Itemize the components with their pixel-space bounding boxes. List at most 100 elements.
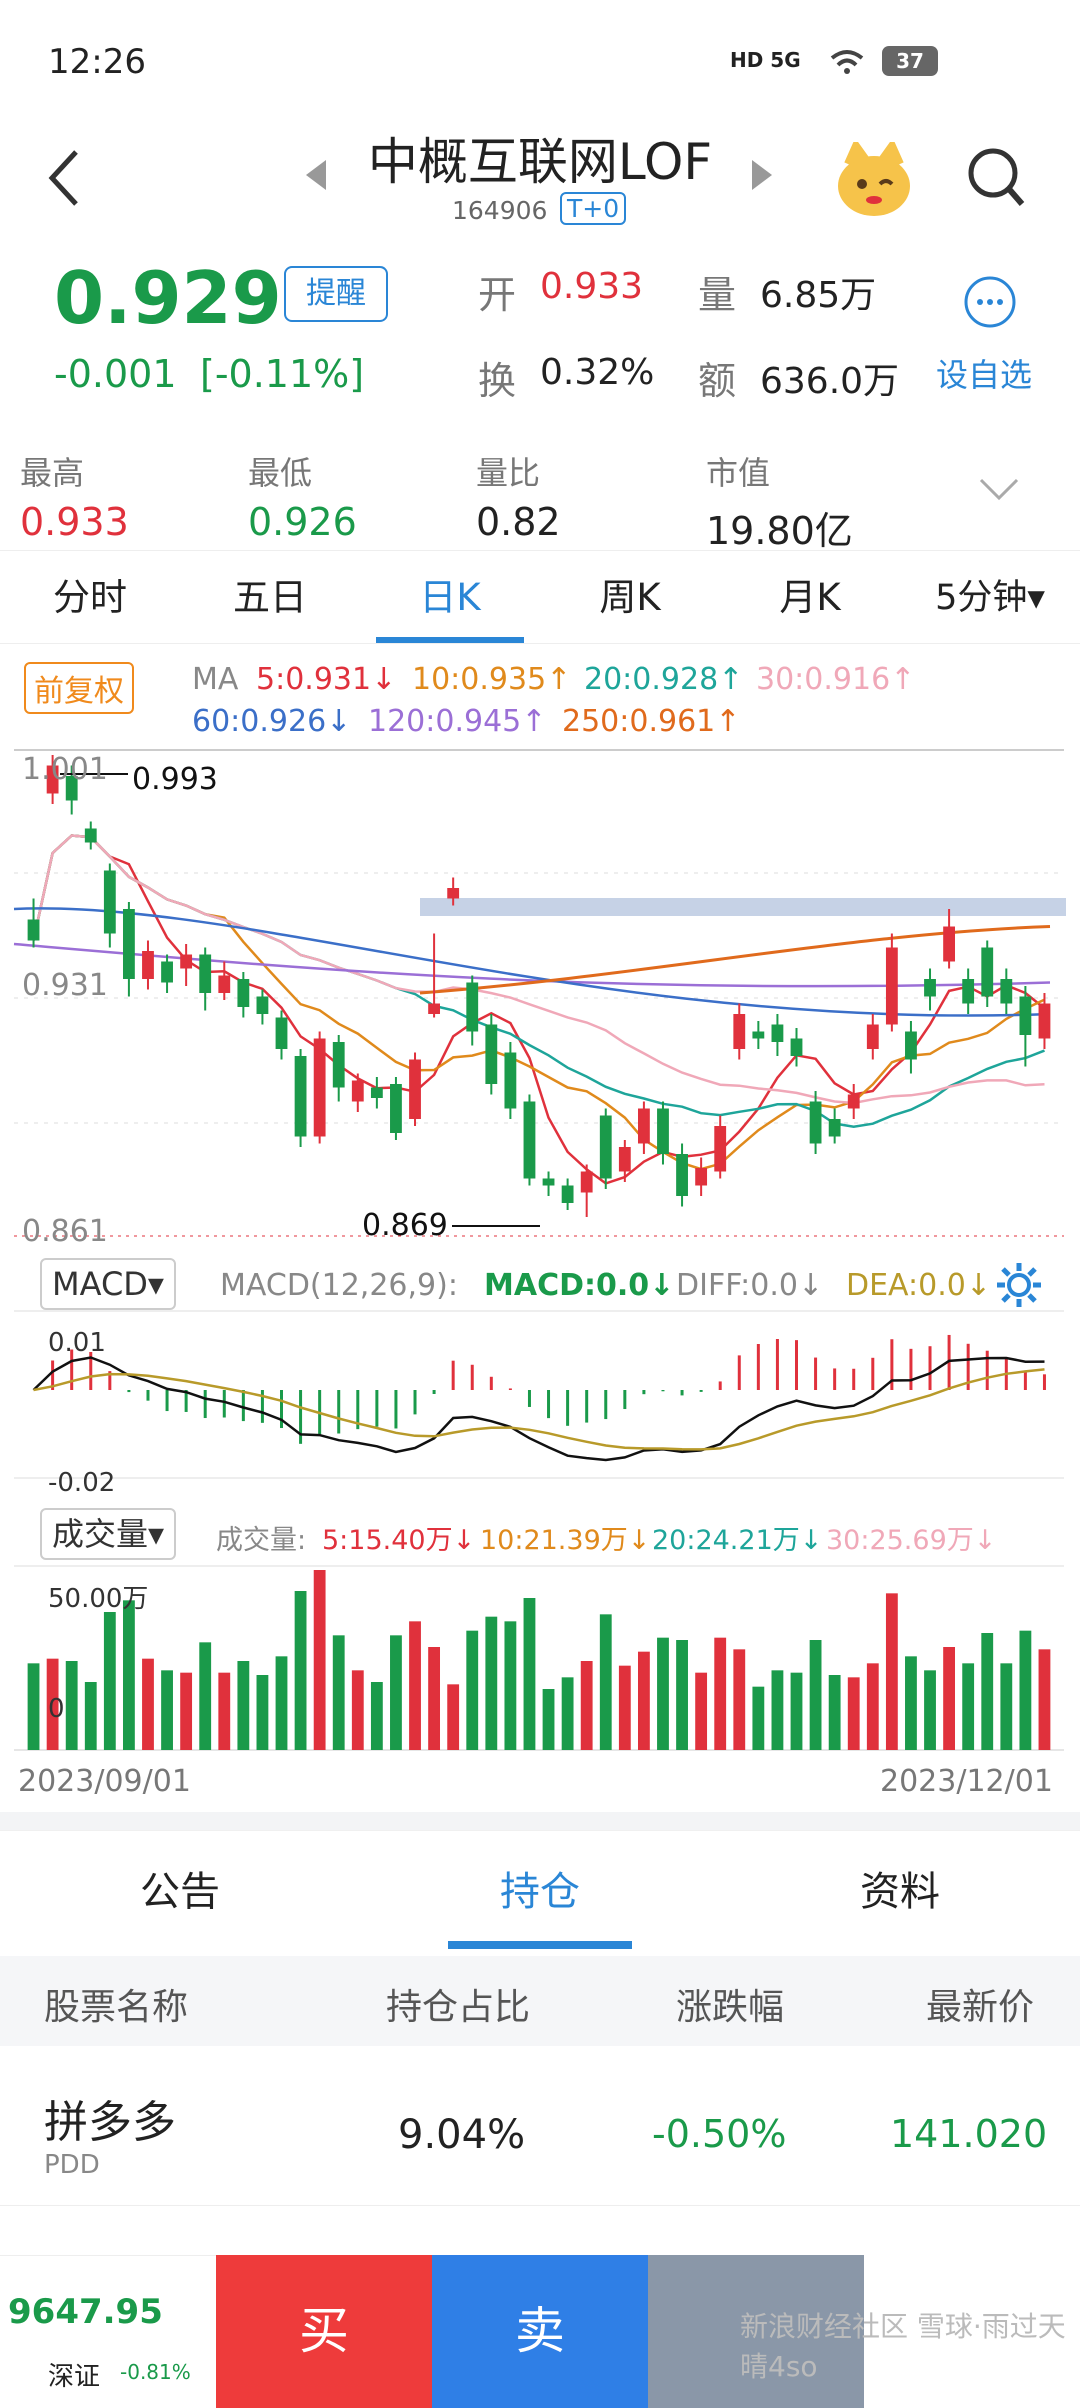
ma60-value: 60:0.926↓ xyxy=(192,704,352,739)
tab-5day[interactable]: 五日 xyxy=(180,551,360,645)
chevron-down-icon[interactable] xyxy=(978,476,1020,502)
buy-button[interactable]: 买 xyxy=(216,2255,432,2408)
add-watchlist-button[interactable]: 设自选 xyxy=(936,350,1032,396)
stat-value: 0.933 xyxy=(20,500,129,544)
candle-body xyxy=(351,1080,364,1102)
volume-bar xyxy=(657,1637,669,1750)
volume-bar xyxy=(523,1598,536,1750)
adjust-selector[interactable]: 前复权 xyxy=(24,662,134,714)
volume-selector-label: 成交量 xyxy=(52,1515,149,1553)
candle-body xyxy=(847,1094,860,1109)
index-ticker[interactable]: 9647.95 深证 -0.81% xyxy=(0,2255,216,2408)
candle-body xyxy=(256,996,269,1014)
holding-change: -0.50% xyxy=(652,2112,787,2156)
low-marker: 0.869 xyxy=(362,1208,448,1243)
holding-weight: 9.04% xyxy=(398,2112,526,2158)
macd-label: MACD(12,26,9): xyxy=(220,1268,458,1303)
back-icon[interactable] xyxy=(46,148,82,208)
network-icon: HD 5G xyxy=(730,48,801,72)
prev-stock-icon[interactable] xyxy=(304,158,328,192)
index-value: 9647.95 xyxy=(8,2292,163,2332)
vol5-value: 5:15.40万↓ xyxy=(322,1525,476,1556)
last-price: 0.929 xyxy=(54,256,282,340)
tab-announcements[interactable]: 公告 xyxy=(80,1859,280,1917)
candle-body xyxy=(122,909,135,979)
candle-body xyxy=(676,1154,688,1196)
candle-body xyxy=(180,954,193,969)
volume-bar xyxy=(485,1616,498,1750)
kline-chart-area[interactable]: 1.001 0.931 0.861 0.993 0.869 MACD▾ MACD… xyxy=(0,748,1080,1808)
status-time: 12:26 xyxy=(48,42,146,82)
candle-body xyxy=(828,1119,841,1137)
tab-5min[interactable]: 5分钟▾ xyxy=(900,551,1080,645)
candle-body xyxy=(332,1042,345,1088)
volume-selector[interactable]: 成交量▾ xyxy=(40,1508,177,1560)
volume-bar xyxy=(275,1656,288,1750)
tab-weekly-k[interactable]: 周K xyxy=(540,551,720,645)
resistance-band xyxy=(420,898,1066,916)
high-marker: 0.993 xyxy=(132,762,218,797)
date-start: 2023/09/01 xyxy=(18,1764,191,1799)
volume-bar xyxy=(714,1637,727,1750)
volume-bar xyxy=(390,1635,402,1750)
volume-bar xyxy=(313,1570,326,1750)
next-stock-icon[interactable] xyxy=(750,158,774,192)
turnover-label: 换 xyxy=(478,359,517,403)
index-change: -0.81% xyxy=(120,2360,191,2384)
tab-monthly-k[interactable]: 月K xyxy=(720,551,900,645)
volume-bar xyxy=(618,1665,631,1750)
candle-body xyxy=(637,1108,650,1144)
candle-body xyxy=(580,1171,593,1193)
info-tabs: 公告 持仓 资料 xyxy=(0,1830,1080,1950)
search-icon[interactable] xyxy=(966,146,1026,210)
status-bar: 12:26 HD 5G 37 xyxy=(0,0,1080,120)
tab-holdings[interactable]: 持仓 xyxy=(440,1859,640,1917)
stat-value: 0.926 xyxy=(248,500,357,544)
volume-bar xyxy=(1000,1663,1013,1750)
candle-body xyxy=(504,1052,517,1109)
volume-bar xyxy=(428,1647,441,1750)
candle-body xyxy=(981,947,994,997)
volume-bar xyxy=(180,1672,193,1750)
more-icon[interactable] xyxy=(962,274,1018,330)
table-row[interactable]: 拼多多 PDD 9.04% -0.50% 141.020 xyxy=(0,2046,1080,2206)
stat-value: 0.82 xyxy=(476,500,561,544)
tab-intraday[interactable]: 分时 xyxy=(0,551,180,645)
macd-selector-label: MACD xyxy=(52,1265,148,1303)
col-price: 最新价 xyxy=(926,1987,1035,2028)
volume-bar xyxy=(924,1670,936,1750)
candle-body xyxy=(199,954,212,993)
candle-body xyxy=(428,1003,441,1014)
stat-label: 量比 xyxy=(476,454,541,492)
stock-code: 164906 xyxy=(452,196,548,225)
volume-bar xyxy=(84,1682,97,1750)
col-weight: 持仓占比 xyxy=(386,1987,531,2028)
settings-gear-icon[interactable] xyxy=(994,1260,1044,1310)
stock-title: 中概互联网LOF xyxy=(367,133,713,191)
volume-bar xyxy=(199,1642,212,1750)
candle-body xyxy=(275,1017,288,1049)
volume-bar xyxy=(847,1677,860,1750)
candle-body xyxy=(466,982,479,1032)
ma120-value: 120:0.945↑ xyxy=(368,704,547,739)
candle-body xyxy=(485,1024,498,1084)
macd-axis-top: 0.01 xyxy=(48,1328,106,1358)
candle-body xyxy=(1019,996,1032,1035)
candle-body xyxy=(103,870,116,934)
volume-value: 6.85万 xyxy=(760,275,877,316)
tab-daily-k[interactable]: 日K xyxy=(360,551,540,645)
candle-body xyxy=(752,1031,765,1039)
sell-button[interactable]: 卖 xyxy=(432,2255,648,2408)
candle-body xyxy=(370,1087,383,1098)
mascot-icon[interactable] xyxy=(834,142,914,218)
volume-bar xyxy=(1019,1630,1032,1750)
candle-body xyxy=(561,1185,574,1203)
macd-axis-bottom: -0.02 xyxy=(48,1468,116,1498)
tab-profile[interactable]: 资料 xyxy=(800,1859,1000,1917)
wifi-icon xyxy=(830,50,864,74)
volume-bar xyxy=(409,1621,421,1750)
macd-selector[interactable]: MACD▾ xyxy=(40,1258,176,1310)
price-axis-top: 1.001 xyxy=(22,752,108,787)
alert-button[interactable]: 提醒 xyxy=(284,266,388,322)
volume-bar xyxy=(370,1682,383,1750)
